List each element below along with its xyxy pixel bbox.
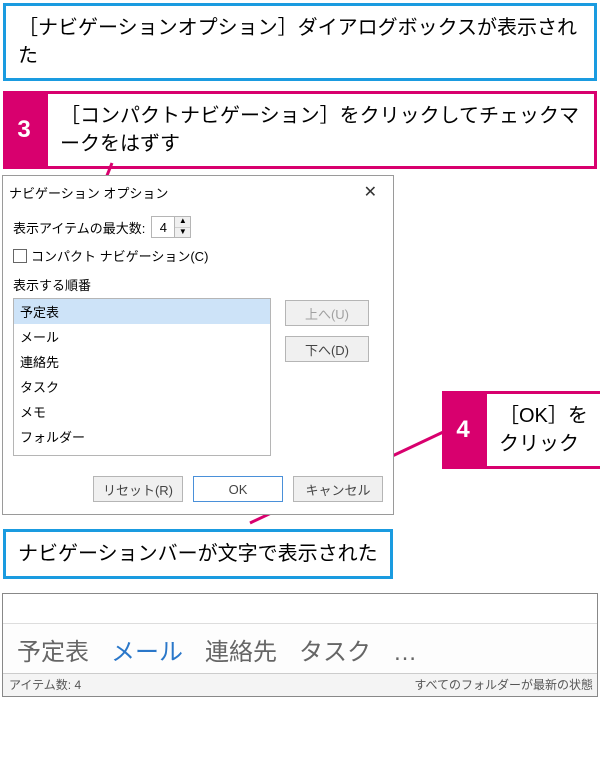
step-4-text: ［OK］をクリック: [484, 391, 600, 469]
list-item[interactable]: タスク: [14, 374, 270, 399]
status-item-count: アイテム数: 4: [9, 676, 81, 693]
close-icon[interactable]: ✕: [356, 182, 385, 202]
ok-button[interactable]: OK: [193, 476, 283, 502]
display-order-listbox[interactable]: 予定表 メール 連絡先 タスク メモ フォルダー ショートカット: [13, 298, 271, 456]
list-item[interactable]: 連絡先: [14, 349, 270, 374]
dialog-titlebar: ナビゲーション オプション ✕: [3, 176, 393, 206]
nav-item-contacts[interactable]: 連絡先: [205, 632, 277, 667]
status-bar: アイテム数: 4 すべてのフォルダーが最新の状態: [3, 673, 597, 696]
max-items-spinner[interactable]: ▲ ▼: [151, 216, 191, 238]
window-blank-area: [3, 594, 597, 624]
list-item[interactable]: メール: [14, 324, 270, 349]
nav-item-calendar[interactable]: 予定表: [17, 632, 89, 667]
move-down-button[interactable]: 下へ(D): [285, 336, 369, 362]
navigation-bar: 予定表 メール 連絡先 タスク …: [3, 624, 597, 673]
move-up-button[interactable]: 上へ(U): [285, 300, 369, 326]
reset-button[interactable]: リセット(R): [93, 476, 183, 502]
max-items-label: 表示アイテムの最大数:: [13, 218, 145, 237]
step-number-4: 4: [442, 391, 484, 469]
step-3-text: ［コンパクトナビゲーション］をクリックしてチェックマークをはずす: [45, 91, 597, 169]
navigation-options-dialog: ナビゲーション オプション ✕ 表示アイテムの最大数: ▲ ▼ コンパクト ナビ…: [2, 175, 394, 515]
list-item[interactable]: メモ: [14, 399, 270, 424]
callout-dialog-shown: ［ナビゲーションオプション］ダイアログボックスが表示された: [3, 3, 597, 81]
list-item[interactable]: フォルダー: [14, 424, 270, 449]
cancel-button[interactable]: キャンセル: [293, 476, 383, 502]
dialog-title-text: ナビゲーション オプション: [9, 183, 168, 202]
callout-navbar-shown: ナビゲーションバーが文字で表示された: [3, 529, 393, 579]
compact-nav-label: コンパクト ナビゲーション(C): [31, 246, 208, 265]
nav-item-tasks[interactable]: タスク: [299, 632, 371, 667]
max-items-input[interactable]: [152, 217, 174, 237]
list-item[interactable]: ショートカット: [14, 449, 270, 456]
status-sync: すべてのフォルダーが最新の状態: [414, 676, 593, 693]
list-item[interactable]: 予定表: [14, 299, 270, 324]
outlook-navbar-window: 予定表 メール 連絡先 タスク … アイテム数: 4 すべてのフォルダーが最新の…: [2, 593, 598, 697]
nav-item-more[interactable]: …: [393, 639, 417, 667]
spinner-up-icon[interactable]: ▲: [175, 217, 190, 228]
nav-item-mail[interactable]: メール: [111, 632, 183, 667]
spinner-down-icon[interactable]: ▼: [175, 228, 190, 238]
step-number-3: 3: [3, 91, 45, 169]
compact-nav-checkbox[interactable]: [13, 249, 27, 263]
display-order-label: 表示する順番: [13, 275, 383, 294]
